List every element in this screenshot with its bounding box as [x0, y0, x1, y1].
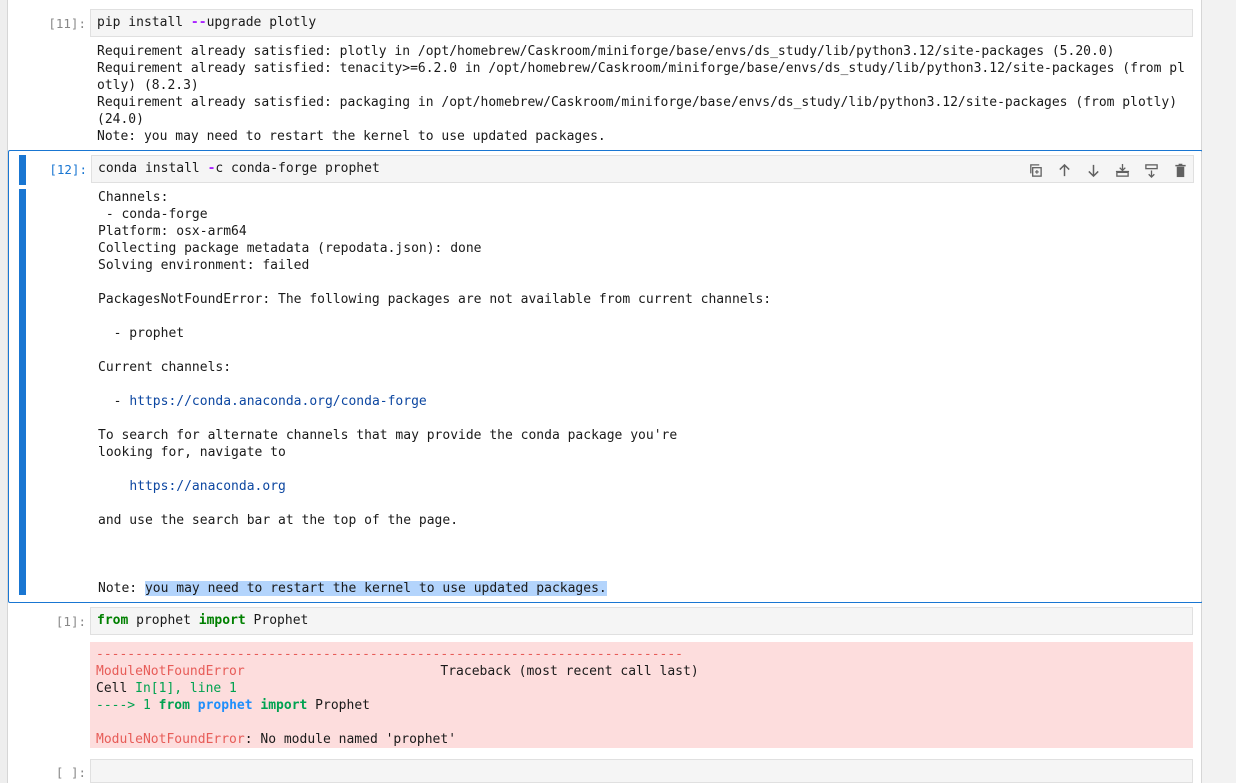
note-prefix: Note: [98, 581, 145, 596]
arrow-up-icon [1058, 163, 1070, 176]
cell-label: Cell [96, 681, 136, 696]
output-line: Note: you may need to restart the kernel… [98, 580, 1196, 597]
arrow-down-icon [1087, 164, 1099, 177]
code-cell-empty[interactable]: [ ]: [8, 755, 1203, 783]
output-line: Note: you may need to restart the kernel… [97, 129, 606, 144]
conda-forge-link[interactable]: https://conda.anaconda.org/conda-forge [129, 394, 426, 409]
cell-input[interactable] [90, 759, 1193, 783]
insert-below-button[interactable] [1141, 161, 1161, 179]
output-line: To search for alternate channels that ma… [98, 428, 678, 443]
import-name: Prophet [245, 613, 309, 628]
error-code-line: ----> 1 from prophet import Prophet [96, 697, 1187, 714]
output-line: https://anaconda.org [98, 478, 1196, 495]
output-line: Platform: osx-arm64 [98, 224, 247, 239]
anaconda-link[interactable]: https://anaconda.org [129, 479, 286, 494]
keyword-import: import [198, 613, 246, 628]
output-line: otly) (8.2.3) [97, 78, 199, 93]
output-line: (24.0) [97, 112, 144, 127]
cell-toolbar [1025, 161, 1190, 179]
output-line: Channels: [98, 190, 169, 205]
module-name: prophet [128, 613, 199, 628]
output-line: - prophet [98, 326, 185, 341]
output-line: PackagesNotFoundError: The following pac… [98, 292, 772, 307]
traceback-label: Traceback (most recent call last) [244, 664, 699, 679]
output-line: - conda-forge [98, 207, 208, 222]
error-output: ----------------------------------------… [90, 642, 1193, 748]
cell-source: pip install --upgrade plotly [97, 15, 317, 30]
output-line: Requirement already satisfied: plotly in… [97, 44, 1115, 59]
error-location: Cell In[1], line 1 [96, 680, 1187, 697]
insert-below-icon [1144, 163, 1158, 178]
code-cell-11[interactable]: [11]: pip install --upgrade plotly Requi… [8, 0, 1203, 148]
error-name: ModuleNotFoundError [96, 732, 245, 747]
output-line: Collecting package metadata (repodata.js… [98, 241, 482, 256]
output-line: Requirement already satisfied: packaging… [97, 95, 1178, 110]
import-name: Prophet [307, 698, 370, 713]
cell-prompt: [1]: [55, 614, 86, 629]
cell-output: Requirement already satisfied: plotly in… [97, 43, 1195, 145]
code-cell-12[interactable]: [12]: conda install -c conda-forge proph… [8, 150, 1203, 603]
cell-output: Channels: - conda-forge Platform: osx-arm… [98, 189, 1196, 597]
notebook-panel: [11]: pip install --upgrade plotly Requi… [7, 0, 1203, 783]
trash-icon [1174, 163, 1186, 177]
duplicate-cell-button[interactable] [1025, 161, 1045, 179]
delete-cell-button[interactable] [1170, 161, 1190, 179]
error-header: ModuleNotFoundError Traceback (most rece… [96, 663, 1187, 680]
error-name: ModuleNotFoundError [96, 664, 245, 679]
scrollbar[interactable] [1202, 0, 1236, 783]
output-line: and use the search bar at the top of the… [98, 513, 459, 528]
output-line: Solving environment: failed [98, 258, 310, 273]
output-line: Requirement already satisfied: tenacity>… [97, 61, 1185, 76]
error-arrow: ----> 1 [96, 698, 159, 713]
output-line: - https://conda.anaconda.org/conda-forge [98, 394, 427, 409]
keyword-from: from [158, 698, 190, 713]
cell-prompt: [ ]: [55, 765, 86, 780]
cell-reference: In[1], line 1 [135, 681, 237, 696]
insert-above-icon [1115, 163, 1129, 177]
error-divider: ----------------------------------------… [96, 647, 683, 662]
selected-text[interactable]: you may need to restart the kernel to us… [144, 581, 607, 596]
cell-prompt: [11]: [48, 16, 86, 31]
move-down-button[interactable] [1083, 161, 1103, 179]
move-up-button[interactable] [1054, 161, 1074, 179]
output-line: looking for, navigate to [98, 445, 286, 460]
output-line: Current channels: [98, 360, 232, 375]
error-text: : No module named 'prophet' [244, 732, 457, 747]
keyword-import: import [260, 698, 308, 713]
module-name: prophet [189, 698, 261, 713]
cell-input[interactable]: from prophet import Prophet [90, 607, 1193, 635]
output-collapser[interactable] [19, 189, 26, 595]
error-message: ModuleNotFoundError: No module named 'pr… [96, 731, 1187, 748]
keyword-from: from [97, 613, 129, 628]
cell-source: conda install -c conda-forge prophet [98, 161, 380, 176]
copy-icon [1029, 163, 1042, 177]
insert-above-button[interactable] [1112, 161, 1132, 179]
cell-prompt: [12]: [49, 162, 87, 177]
code-cell-1[interactable]: [1]: from prophet import Prophet -------… [8, 604, 1203, 754]
cell-input[interactable]: pip install --upgrade plotly [90, 9, 1193, 37]
